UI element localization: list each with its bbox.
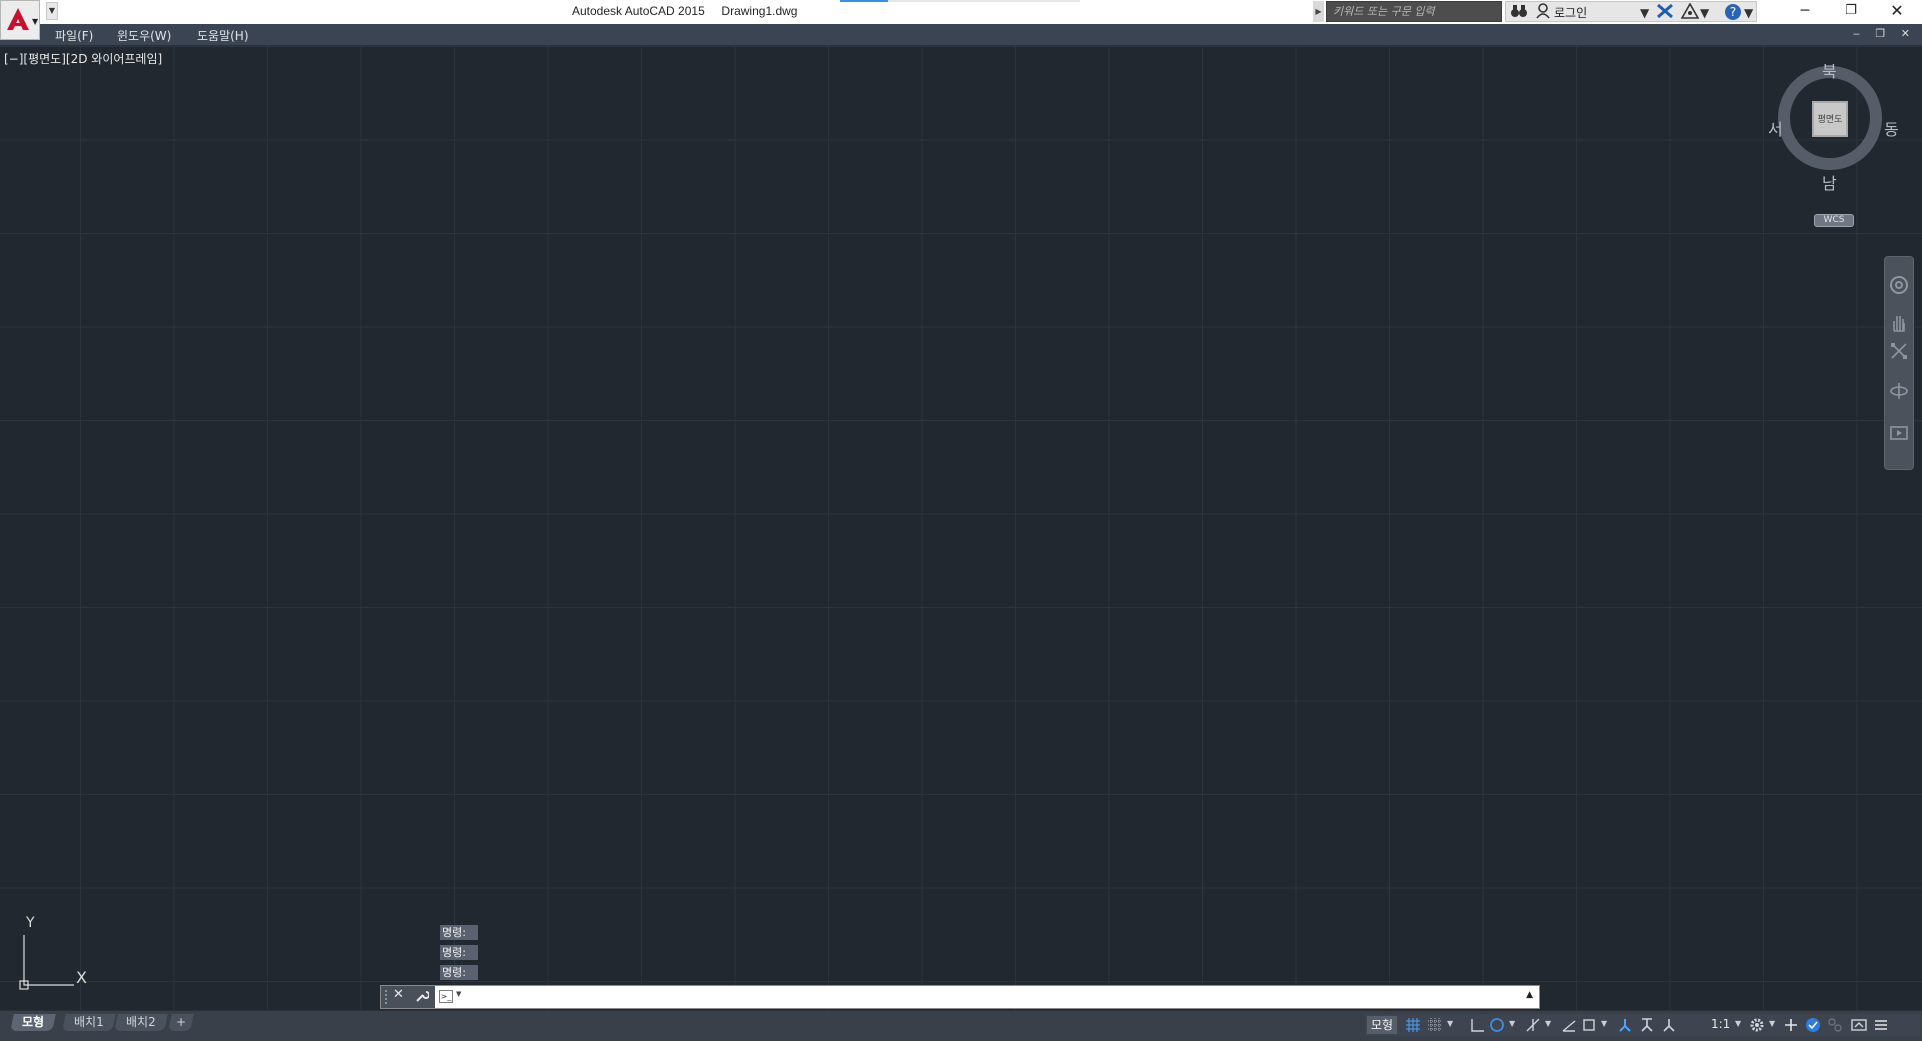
add-layout-label: + — [176, 1015, 187, 1029]
user-icon[interactable] — [1536, 3, 1550, 22]
viewcube-south[interactable]: 남 — [1822, 170, 1837, 194]
svg-text:?: ? — [1730, 5, 1736, 19]
close-icon[interactable]: ✕ — [393, 987, 404, 1002]
menu-window[interactable]: 윈도우(W) — [117, 27, 171, 44]
title-bar: ▼ Autodesk AutoCAD 2015 Drawing1.dwg ▶ 로… — [0, 0, 1922, 25]
orbit-icon[interactable] — [1889, 381, 1909, 401]
window-title: Autodesk AutoCAD 2015 Drawing1.dwg — [572, 4, 798, 18]
isolate-objects-icon[interactable] — [1805, 1017, 1821, 1033]
status-toggles: 모형 ▼ ▼ ▼ ▼ 1:1 ▼ ▼ — [1365, 1014, 1921, 1036]
steering-wheel-icon[interactable] — [1889, 275, 1909, 295]
command-history-line: 명령: — [440, 925, 478, 940]
wrench-icon[interactable] — [415, 989, 430, 1006]
tab-layout1[interactable]: 배치1 — [62, 1014, 116, 1031]
scale-dropdown-icon[interactable]: ▼ — [1735, 1019, 1741, 1028]
ucs-y-label: Y — [26, 915, 35, 931]
tab-model[interactable]: 모형 — [10, 1014, 56, 1031]
snap-mode-icon[interactable] — [1427, 1017, 1443, 1033]
model-space-button[interactable]: 모형 — [1367, 1016, 1397, 1034]
ucs-icon: Y X — [14, 915, 104, 995]
autocad-logo-icon — [5, 6, 31, 35]
isometric-dropdown-icon[interactable]: ▼ — [1545, 1019, 1551, 1028]
showmotion-icon[interactable] — [1889, 423, 1909, 443]
command-history-line: 명령: — [440, 965, 478, 980]
search-input[interactable] — [1326, 1, 1502, 22]
annotation-scale-icon[interactable] — [1661, 1017, 1677, 1033]
viewcube-east[interactable]: 동 — [1884, 116, 1899, 140]
workspace-dropdown-icon[interactable]: ▼ — [1769, 1019, 1775, 1028]
command-history-up-icon[interactable]: ▲ — [1526, 990, 1533, 1000]
menu-help[interactable]: 도움말(H) — [197, 27, 249, 44]
auto-scale-icon[interactable] — [1639, 1017, 1655, 1033]
navigation-bar — [1884, 256, 1914, 470]
application-menu-button[interactable]: ▼ — [0, 0, 40, 40]
object-snap-icon[interactable] — [1581, 1017, 1597, 1033]
annotation-scale-value[interactable]: 1:1 — [1711, 1017, 1730, 1031]
minimize-button[interactable]: ─ — [1782, 0, 1828, 24]
drawing-canvas[interactable] — [0, 46, 1922, 1010]
tab-model-label: 모형 — [22, 1015, 45, 1029]
gear-icon[interactable] — [1749, 1017, 1765, 1033]
object-snap-dropdown-icon[interactable]: ▼ — [1601, 1019, 1607, 1028]
command-recent-dropdown-icon[interactable]: ▼ — [456, 990, 461, 998]
title-accent-bar — [840, 0, 888, 2]
drag-grip-icon[interactable] — [384, 989, 388, 1005]
command-line: ✕ >_ ▼ ▲ — [380, 985, 1540, 1009]
command-prompt-icon[interactable]: >_ — [439, 990, 453, 1003]
help-icon[interactable]: ? — [1724, 3, 1742, 24]
document-window-controls[interactable]: ‒ ❐ ✕ — [1853, 27, 1916, 40]
title-accent-bar-secondary — [888, 0, 1080, 2]
viewcube-north[interactable]: 북 — [1822, 58, 1837, 82]
close-button[interactable]: ✕ — [1874, 0, 1920, 24]
tab-layout2[interactable]: 배치2 — [114, 1014, 168, 1031]
ucs-x-label: X — [76, 968, 87, 987]
a360-dropdown-icon[interactable]: ▼ — [1700, 6, 1709, 20]
viewcube-west[interactable]: 서 — [1768, 116, 1783, 140]
tab-layout1-label: 배치1 — [74, 1015, 104, 1029]
customization-menu-icon[interactable] — [1873, 1017, 1889, 1033]
application-menu-dropdown-icon: ▼ — [32, 17, 39, 26]
login-dropdown-icon[interactable]: ▼ — [1640, 6, 1649, 20]
command-line-handle[interactable]: ✕ — [381, 986, 435, 1008]
menu-bar: 파일(F) 윈도우(W) 도움말(H) ‒ ❐ ✕ — [0, 24, 1922, 46]
isometric-drafting-icon[interactable] — [1525, 1017, 1541, 1033]
search-expand-arrow[interactable]: ▶ — [1313, 1, 1324, 22]
restore-button[interactable]: ❐ — [1828, 0, 1874, 24]
viewport-controls-label[interactable]: [−][평면도][2D 와이어프레임] — [4, 50, 162, 67]
clean-screen-icon[interactable] — [1851, 1017, 1867, 1033]
infocenter-toolbar: 로그인 ▼ ▼ ? ▼ — [1505, 1, 1757, 22]
a360-icon[interactable] — [1680, 2, 1700, 22]
login-label[interactable]: 로그인 — [1554, 4, 1587, 21]
zoom-extents-icon[interactable] — [1889, 341, 1909, 361]
pan-hand-icon[interactable] — [1889, 313, 1909, 333]
tab-layout2-label: 배치2 — [126, 1015, 156, 1029]
ortho-icon[interactable] — [1469, 1017, 1485, 1033]
help-dropdown-icon[interactable]: ▼ — [1744, 6, 1753, 20]
status-bar: 모형 배치1 배치2 + 모형 ▼ ▼ ▼ ▼ 1:1 ▼ ▼ — [0, 1010, 1922, 1041]
grid-icon[interactable] — [1405, 1017, 1421, 1033]
viewcube[interactable]: 북 남 서 동 평면도 WCS — [1768, 58, 1899, 228]
annotation-visibility-icon[interactable] — [1617, 1017, 1633, 1033]
plus-icon[interactable] — [1783, 1017, 1799, 1033]
hardware-acceleration-icon[interactable] — [1827, 1017, 1843, 1033]
command-history-line: 명령: — [440, 945, 478, 960]
polar-tracking-icon[interactable] — [1489, 1017, 1505, 1033]
polar-dropdown-icon[interactable]: ▼ — [1509, 1019, 1515, 1028]
wcs-menu-button[interactable]: WCS — [1814, 214, 1854, 227]
exchange-apps-icon[interactable] — [1656, 3, 1674, 22]
object-snap-tracking-icon[interactable] — [1561, 1017, 1577, 1033]
snap-dropdown-icon[interactable]: ▼ — [1447, 1019, 1453, 1028]
menu-file[interactable]: 파일(F) — [55, 27, 93, 44]
binoculars-icon[interactable] — [1510, 3, 1528, 22]
quick-access-dropdown[interactable]: ▼ — [46, 2, 58, 20]
add-layout-tab[interactable]: + — [168, 1014, 194, 1031]
command-input[interactable] — [467, 987, 1511, 1009]
viewcube-top-face[interactable]: 평면도 — [1812, 101, 1848, 137]
